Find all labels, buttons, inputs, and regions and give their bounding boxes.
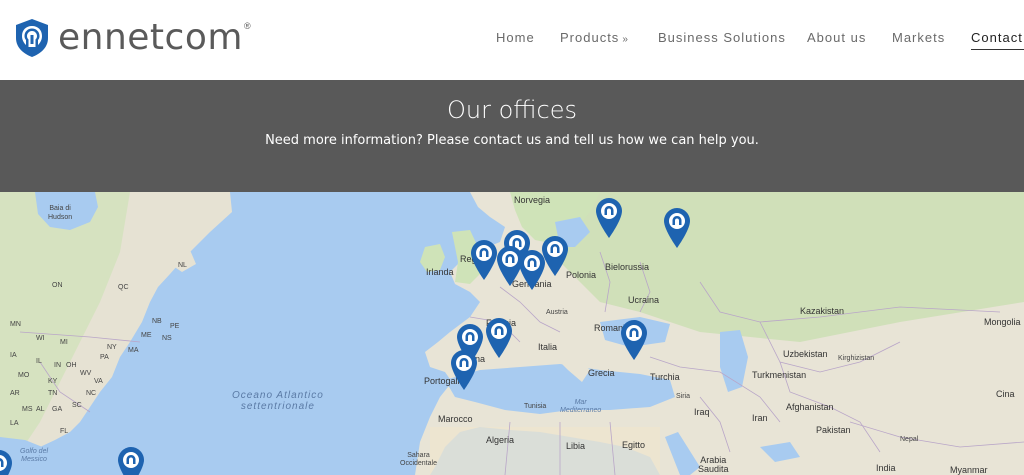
map-label-pakistan: Pakistan	[816, 425, 851, 435]
map-label-la: LA	[10, 420, 19, 427]
map-label-ny: NY	[107, 344, 117, 351]
map-label-ga: GA	[52, 406, 63, 413]
nav-home[interactable]: Home	[496, 30, 535, 45]
map-label-mn: MN	[10, 321, 21, 328]
office-pin-icon[interactable]	[621, 320, 647, 360]
map-label-ky: KY	[48, 378, 58, 385]
map-label-wv: WV	[80, 370, 92, 377]
map-label-polonia: Polonia	[566, 270, 597, 280]
office-pin-icon[interactable]	[471, 240, 497, 280]
map-label-ia: IA	[10, 352, 17, 359]
map-label-afghanistan: Afghanistan	[786, 402, 834, 412]
map-label-iraq: Iraq	[694, 407, 710, 417]
map-label-kazakistan: Kazakistan	[800, 306, 845, 316]
map-label-algeria: Algeria	[486, 435, 515, 445]
map-label-me: ME	[141, 332, 152, 339]
nav-products[interactable]: Products»	[560, 30, 629, 45]
office-pin-icon[interactable]	[596, 198, 622, 238]
map-label-ma: MA	[128, 347, 139, 354]
map-label-tn: TN	[48, 390, 58, 397]
office-pin-icon[interactable]	[542, 236, 568, 276]
map-label-egitto: Egitto	[622, 440, 646, 450]
offices-map[interactable]: Baia di Hudson NL QC ON NB PE NS MN WI M…	[0, 192, 1024, 475]
map-label-nc: NC	[86, 390, 97, 397]
office-pin-icon[interactable]	[519, 250, 545, 290]
map-label-marocco: Marocco	[438, 414, 473, 424]
map-label-norvegia: Norvegia	[514, 195, 551, 205]
map-label-on: ON	[52, 282, 63, 289]
office-pin-icon[interactable]	[664, 208, 690, 248]
double-chevron-down-icon: »	[622, 34, 629, 45]
office-pin-icon[interactable]	[486, 318, 512, 358]
map-label-ns: NS	[162, 335, 172, 342]
map-label-al: AL	[36, 406, 45, 413]
map-label-va: VA	[94, 378, 103, 385]
map-label-pa: PA	[100, 354, 109, 361]
map-label-golfo-messico: Golfo del Messico	[20, 448, 49, 463]
map-label-ar: AR	[10, 390, 20, 397]
page-banner: Our offices Need more information? Pleas…	[0, 80, 1024, 192]
map-label-il: IL	[36, 358, 42, 365]
map-label-sc: SC	[72, 402, 82, 409]
map-label-libia: Libia	[566, 441, 586, 451]
map-label-india: India	[876, 463, 896, 473]
map-label-turchia: Turchia	[650, 372, 680, 382]
map-label-cina: Cina	[996, 389, 1015, 399]
map-label-iran: Iran	[752, 413, 768, 423]
map-label-fl: FL	[60, 428, 69, 435]
map-label-turkmenistan: Turkmenistan	[752, 370, 807, 380]
map-label-myanmar: Myanmar	[950, 465, 988, 475]
nav-active-underline	[971, 49, 1024, 50]
map-label-pe: PE	[170, 323, 180, 330]
map-label-austria: Austria	[546, 309, 568, 316]
map-label-ucraina: Ucraina	[628, 295, 660, 305]
map-label-ms: MS	[22, 406, 33, 413]
page-title: Our offices	[447, 96, 577, 124]
page-subtitle: Need more information? Please contact us…	[265, 133, 759, 148]
map-label-uzbekistan: Uzbekistan	[783, 349, 828, 359]
map-label-in: IN	[54, 362, 61, 369]
nav-about-us[interactable]: About us	[807, 30, 866, 45]
map-label-nb: NB	[152, 318, 162, 325]
main-navigation: Home Products» Business Solutions About …	[0, 30, 1024, 50]
nav-markets[interactable]: Markets	[892, 30, 945, 45]
map-label-wi: WI	[36, 335, 45, 342]
map-label-baia-hudson: Baia di Hudson	[48, 205, 73, 221]
map-label-kirghizistan: Kirghizistan	[838, 355, 875, 362]
map-label-arabia-saudita: Arabia Saudita	[698, 455, 729, 474]
map-label-siria: Siria	[676, 393, 691, 400]
map-label-irlanda: Irlanda	[426, 267, 454, 277]
map-label-qc: QC	[118, 284, 129, 291]
map-label-bielorussia: Bielorussia	[605, 262, 650, 272]
map-label-italia: Italia	[538, 342, 558, 352]
map-label-nl: NL	[178, 262, 187, 269]
nav-business-solutions[interactable]: Business Solutions	[658, 30, 786, 45]
site-header: ennetcom ® Home Products» Business Soluti…	[0, 0, 1024, 80]
map-label-ocean: Oceano Atlantico settentrionale	[232, 390, 324, 412]
map-label-grecia: Grecia	[588, 368, 615, 378]
map-label-mi: MI	[60, 339, 68, 346]
nav-products-label: Products	[560, 30, 620, 45]
map-label-tunisia: Tunisia	[524, 403, 547, 410]
map-label-nepal: Nepal	[900, 436, 919, 443]
nav-contact[interactable]: Contact	[971, 30, 1023, 45]
office-pin-icon[interactable]	[0, 450, 12, 475]
office-pin-icon[interactable]	[118, 447, 144, 475]
map-label-oh: OH	[66, 362, 77, 369]
map-label-mo: MO	[18, 372, 30, 379]
map-label-sahara-occidentale: Sahara Occidentale	[400, 452, 437, 467]
map-label-mar-mediterraneo: Mar Mediterraneo	[560, 399, 602, 414]
map-label-mongolia: Mongolia	[984, 317, 1021, 327]
office-pin-icon[interactable]	[451, 350, 477, 390]
